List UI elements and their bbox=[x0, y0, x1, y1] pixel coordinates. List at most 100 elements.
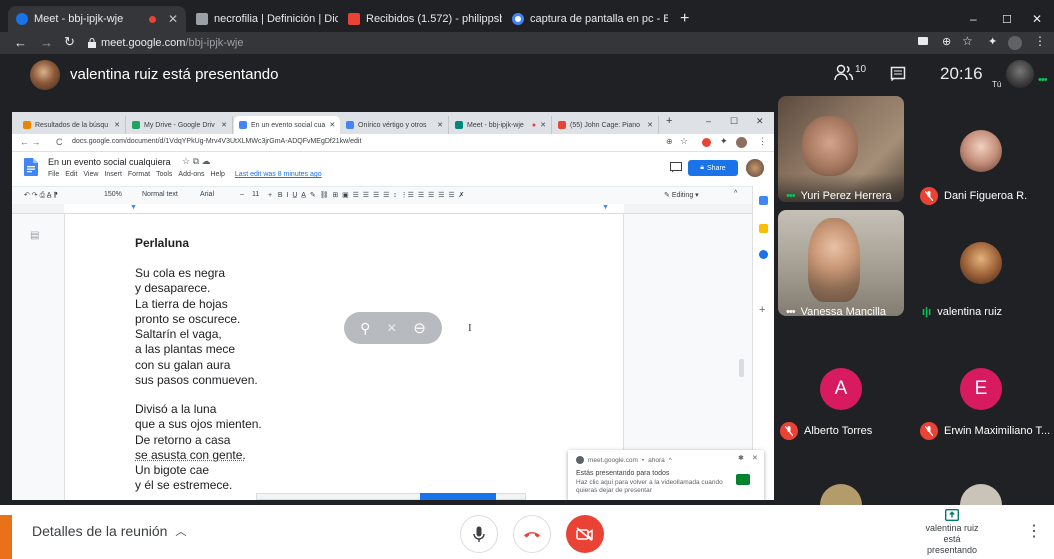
close-tab-icon[interactable]: ✕ bbox=[114, 121, 120, 129]
forward-icon[interactable]: → bbox=[40, 35, 53, 50]
camera-off-button[interactable] bbox=[566, 515, 604, 553]
undo-redo-print-icon[interactable]: ↶ ↷ ⎙ A̲ ⁋ bbox=[24, 191, 58, 200]
camera-indicator-icon[interactable] bbox=[918, 37, 928, 45]
collapse-icon[interactable]: ^ bbox=[734, 190, 737, 197]
add-on-plus-icon[interactable]: + bbox=[759, 304, 765, 316]
menu-format[interactable]: Format bbox=[128, 171, 150, 178]
inner-tab-onirico[interactable]: Onírico vértigo y otros ✕ bbox=[341, 116, 449, 134]
inner-zoom-icon[interactable]: ⊕ bbox=[666, 137, 673, 146]
browser-tab-gmail[interactable]: Recibidos (1.572) - philippsburg7 ✕ bbox=[340, 6, 502, 32]
presenting-status[interactable]: valentina ruiz está presentando bbox=[921, 509, 983, 556]
inner-menu-icon[interactable]: ⋮ bbox=[758, 136, 767, 147]
pin-icon[interactable]: ⚲ bbox=[360, 320, 370, 337]
chrome-notification[interactable]: meet.google.com • ahora ^ ✱ ✕ Estás present… bbox=[568, 450, 764, 500]
docs-logo-icon[interactable] bbox=[24, 158, 38, 176]
participants-button[interactable]: 10 bbox=[834, 64, 866, 82]
browser-tab-necrofilia[interactable]: necrofilia | Definición | Diccionari ✕ bbox=[188, 6, 338, 32]
inner-back-icon[interactable]: ← → bbox=[20, 137, 41, 147]
editing-mode-label: Editing bbox=[671, 192, 694, 199]
menu-file[interactable]: File bbox=[48, 171, 59, 178]
menu-view[interactable]: View bbox=[83, 171, 98, 178]
inner-tab-youtube[interactable]: (55) John Cage: Piano ✕ bbox=[553, 116, 659, 134]
chat-icon[interactable] bbox=[890, 66, 906, 82]
doc-star-icon[interactable]: ☆ ⧉ ☁ bbox=[182, 156, 211, 167]
notification-close-icon[interactable]: ✕ bbox=[752, 454, 758, 462]
outline-icon[interactable]: ▤ bbox=[30, 230, 39, 241]
menu-tools[interactable]: Tools bbox=[156, 171, 172, 178]
right-indent-marker-icon[interactable]: ▼ bbox=[602, 204, 609, 211]
inner-profile-avatar[interactable] bbox=[736, 137, 747, 148]
inner-tab-drive[interactable]: My Drive - Google Driv ✕ bbox=[127, 116, 233, 134]
zoom-icon[interactable]: ⊕ bbox=[942, 35, 951, 48]
browser-tab-meet[interactable]: Meet - bbj-ipjk-wje ✕ bbox=[8, 6, 186, 32]
browser-menu-icon[interactable]: ⋮ bbox=[1034, 34, 1046, 48]
poem-line: se asusta con gente. bbox=[135, 447, 246, 462]
inner-tab-meet[interactable]: Meet - bbj-ipjk-wje ● ✕ bbox=[450, 116, 552, 134]
editing-mode-select[interactable]: ✎ Editing ▾ bbox=[664, 191, 699, 199]
inner-maximize-icon[interactable]: ☐ bbox=[730, 116, 738, 127]
inner-close-icon[interactable]: ✕ bbox=[756, 116, 764, 127]
inner-new-tab-icon[interactable]: + bbox=[666, 115, 672, 127]
extension-icon[interactable] bbox=[702, 138, 711, 147]
menu-edit[interactable]: Edit bbox=[65, 171, 77, 178]
share-button[interactable]: 🔒︎ Share bbox=[688, 160, 738, 176]
inner-url[interactable]: docs.google.com/document/d/1VdqYPkUg-Mrv… bbox=[72, 138, 361, 145]
close-tab-icon[interactable]: ✕ bbox=[437, 121, 443, 129]
comments-icon[interactable] bbox=[670, 162, 682, 173]
zoom-select[interactable]: 150% bbox=[104, 191, 122, 198]
more-options-icon[interactable]: ⋮ bbox=[1026, 521, 1042, 541]
mute-icon[interactable]: ✕ bbox=[387, 321, 397, 335]
scrollbar-thumb[interactable] bbox=[739, 359, 744, 377]
profile-avatar[interactable] bbox=[1008, 36, 1022, 50]
close-tab-icon[interactable]: ✕ bbox=[168, 12, 178, 26]
left-indent-marker-icon[interactable]: ▼ bbox=[130, 204, 137, 211]
doc-title[interactable]: En un evento social cualquiera bbox=[48, 157, 171, 167]
participant-video-vanessa[interactable] bbox=[778, 210, 904, 316]
font-select[interactable]: Arial bbox=[200, 191, 214, 198]
inner-tab-doc[interactable]: En un evento social cua ✕ bbox=[234, 116, 340, 134]
decrease-size-icon[interactable]: – bbox=[240, 191, 244, 198]
calendar-icon[interactable] bbox=[759, 196, 768, 205]
close-tab-icon[interactable]: ✕ bbox=[647, 121, 653, 129]
close-tab-icon[interactable]: ✕ bbox=[540, 121, 546, 129]
inner-tab-results[interactable]: Resultados de la búsqu ✕ bbox=[18, 116, 126, 134]
menu-insert[interactable]: Insert bbox=[104, 171, 122, 178]
remove-icon[interactable]: ⊖ bbox=[413, 319, 426, 337]
notification-settings-icon[interactable]: ✱ bbox=[738, 454, 744, 462]
extensions-icon[interactable]: ✦ bbox=[988, 35, 997, 48]
microphone-button[interactable] bbox=[460, 515, 498, 553]
presenter-avatar bbox=[30, 60, 60, 90]
inner-star-icon[interactable]: ☆ bbox=[680, 136, 688, 147]
end-call-button[interactable] bbox=[513, 515, 551, 553]
minimize-button[interactable]: – bbox=[962, 6, 986, 32]
participant-face bbox=[808, 218, 860, 302]
audio-level-icon: ı|ı bbox=[922, 306, 932, 318]
close-tab-icon[interactable]: ✕ bbox=[221, 121, 227, 129]
camera-off-icon bbox=[576, 527, 593, 541]
new-tab-button[interactable]: + bbox=[672, 6, 696, 32]
taskbar-edge bbox=[0, 515, 12, 559]
meeting-details-button[interactable]: Detalles de la reunión ︿ bbox=[32, 523, 186, 539]
browser-tab-google-search[interactable]: captura de pantalla en pc - Busc ✕ bbox=[504, 6, 668, 32]
url-field[interactable]: meet.google.com/bbj-ipjk-wje bbox=[88, 35, 898, 51]
style-select[interactable]: Normal text bbox=[142, 191, 178, 198]
reload-icon[interactable]: ↻ bbox=[64, 34, 75, 50]
close-tab-icon[interactable]: ✕ bbox=[329, 121, 335, 129]
back-icon[interactable]: ← bbox=[14, 35, 27, 50]
font-size-field[interactable]: 11 bbox=[252, 191, 259, 198]
inner-minimize-icon[interactable]: – bbox=[706, 116, 711, 126]
doc-user-avatar[interactable] bbox=[746, 159, 764, 177]
tasks-icon[interactable] bbox=[759, 250, 768, 259]
inner-reload-icon[interactable]: C bbox=[56, 137, 63, 147]
bookmark-star-icon[interactable]: ☆ bbox=[962, 34, 973, 48]
participant-video-yuri[interactable] bbox=[778, 96, 904, 202]
format-buttons-icon[interactable]: + B I U̲ A̲ ✎ ⛓ ⊞ ▣ ☰ ☰ ☰ ☰ ↕ ⋮☰ ☰ ☰ ☰ ☰… bbox=[268, 191, 464, 199]
menu-help[interactable]: Help bbox=[211, 171, 225, 178]
maximize-button[interactable]: ☐ bbox=[994, 6, 1018, 32]
last-edit-link[interactable]: Last edit was 8 minutes ago bbox=[235, 171, 322, 178]
inner-extensions-icon[interactable]: ✦ bbox=[720, 136, 728, 147]
menu-addons[interactable]: Add-ons bbox=[178, 171, 204, 178]
close-window-button[interactable]: ✕ bbox=[1024, 6, 1048, 32]
presenting-name: valentina ruiz bbox=[925, 523, 979, 533]
keep-icon[interactable] bbox=[759, 224, 768, 233]
